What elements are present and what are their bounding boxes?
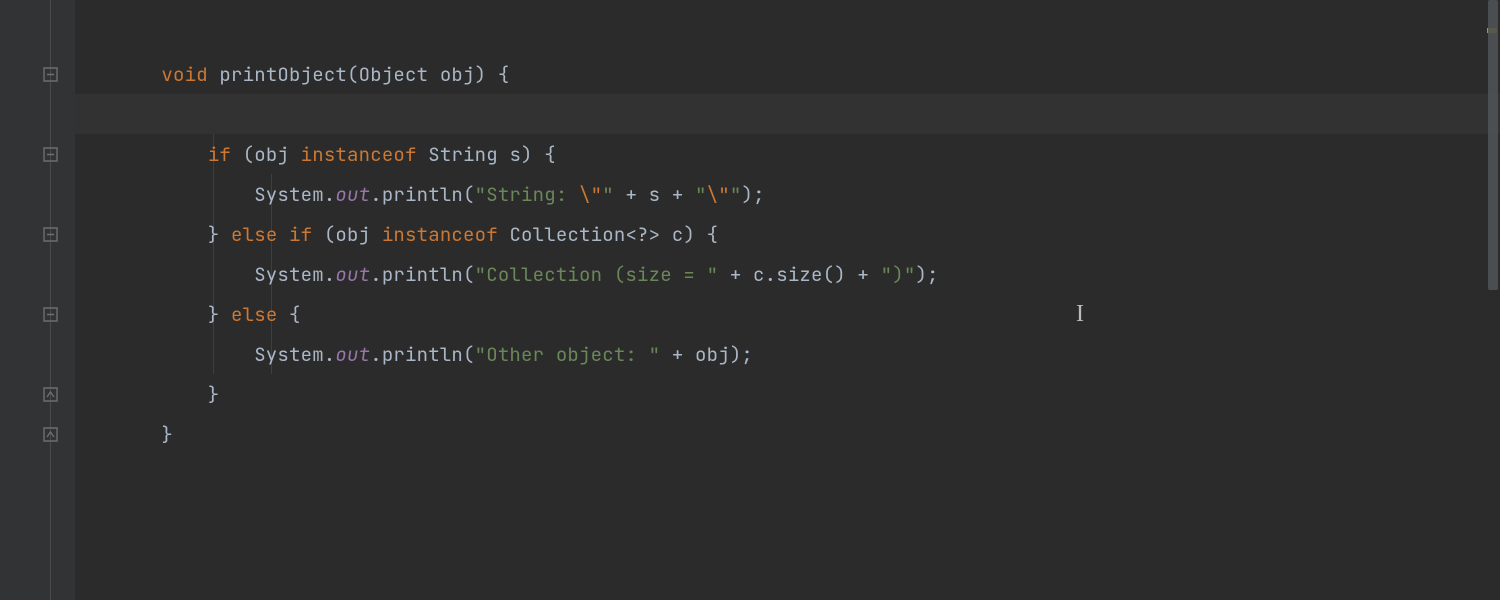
token-plain: Collection<?> c) { <box>498 225 718 244</box>
fold-collapse-icon[interactable] <box>42 66 59 83</box>
token-kw: else if <box>231 225 312 244</box>
token-kw: else <box>231 305 277 324</box>
fold-collapse-icon[interactable] <box>42 306 59 323</box>
token-plain: + obj); <box>660 345 753 364</box>
token-kw: instanceof <box>301 145 417 164</box>
token-plain: ); <box>741 185 764 204</box>
token-kw: void <box>161 65 207 84</box>
token-plain: (obj <box>312 225 382 244</box>
code-line[interactable]: } <box>115 414 1500 454</box>
token-plain: } <box>115 225 231 244</box>
token-plain: + s + <box>614 185 695 204</box>
token-static-it: out <box>335 185 370 204</box>
code-line[interactable] <box>115 14 1500 54</box>
fold-end-icon[interactable] <box>42 426 59 443</box>
token-plain <box>115 65 161 84</box>
token-plain: System. <box>115 185 335 204</box>
token-plain: System. <box>115 345 335 364</box>
fold-collapse-icon[interactable] <box>42 226 59 243</box>
token-plain: printObject(Object obj) { <box>208 65 510 84</box>
code-line[interactable] <box>115 94 1500 134</box>
code-line[interactable]: if (obj instanceof String s) { <box>115 134 1500 174</box>
token-static-it: out <box>335 265 370 284</box>
token-plain: .println( <box>370 345 474 364</box>
token-plain: + c.size() + <box>718 265 880 284</box>
token-plain: .println( <box>370 265 474 284</box>
token-plain: .println( <box>370 185 474 204</box>
token-str: " <box>730 185 742 204</box>
code-line[interactable]: } <box>115 374 1500 414</box>
token-plain: } <box>115 305 231 324</box>
token-esc: \" <box>579 185 602 204</box>
token-plain: { <box>277 305 300 324</box>
token-plain: System. <box>115 265 335 284</box>
fold-collapse-icon[interactable] <box>42 146 59 163</box>
fold-guide-line <box>50 0 51 600</box>
code-area[interactable]: void printObject(Object obj) { if (obj i… <box>75 0 1500 600</box>
token-kw: if <box>208 145 231 164</box>
code-line[interactable]: } else if (obj instanceof Collection<?> … <box>115 214 1500 254</box>
token-plain: (obj <box>231 145 301 164</box>
token-str: "String: <box>475 185 579 204</box>
code-line[interactable]: System.out.println("Other object: " + ob… <box>115 334 1500 374</box>
fold-end-icon[interactable] <box>42 386 59 403</box>
code-line[interactable]: } else { <box>115 294 1500 334</box>
token-str: "Other object: " <box>475 345 661 364</box>
token-str: ")" <box>881 265 916 284</box>
token-static-it: out <box>335 345 370 364</box>
code-line[interactable]: System.out.println("String: \"" + s + "\… <box>115 174 1500 214</box>
code-line[interactable]: void printObject(Object obj) { <box>115 54 1500 94</box>
token-kw: instanceof <box>382 225 498 244</box>
token-str: " <box>695 185 707 204</box>
token-esc: \" <box>707 185 730 204</box>
token-str: "Collection (size = " <box>475 265 719 284</box>
token-plain <box>115 145 208 164</box>
token-plain: } <box>115 425 173 444</box>
token-plain: } <box>115 385 219 404</box>
gutter <box>0 0 75 600</box>
token-plain: ); <box>915 265 938 284</box>
token-str: " <box>602 185 614 204</box>
token-plain: String s) { <box>417 145 556 164</box>
scrollbar-thumb[interactable] <box>1488 0 1498 290</box>
text-cursor-ibeam: I <box>1076 302 1084 326</box>
code-line[interactable]: System.out.println("Collection (size = "… <box>115 254 1500 294</box>
code-editor: void printObject(Object obj) { if (obj i… <box>0 0 1500 600</box>
scrollbar-track[interactable] <box>1486 0 1500 600</box>
